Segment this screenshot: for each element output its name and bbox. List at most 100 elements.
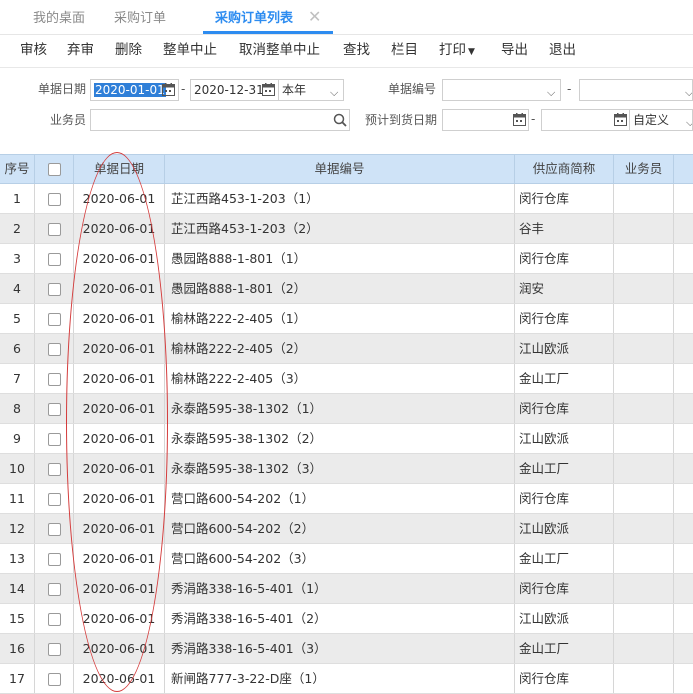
row-code[interactable]: 芷江西路453-1-203（1） xyxy=(165,184,515,213)
table-row[interactable]: 2 2020-06-01 芷江西路453-1-203（2） 谷丰 xyxy=(0,214,693,244)
table-row[interactable]: 10 2020-06-01 永泰路595-38-1302（3） 金山工厂 xyxy=(0,454,693,484)
row-code[interactable]: 营口路600-54-202（2） xyxy=(165,514,515,543)
table-row[interactable]: 12 2020-06-01 营口路600-54-202（2） 江山欧派 xyxy=(0,514,693,544)
table-row[interactable]: 17 2020-06-01 新闸路777-3-22-D座（1） 闵行仓库 xyxy=(0,664,693,694)
row-code[interactable]: 永泰路595-38-1302（3） xyxy=(165,454,515,483)
expected-range-select[interactable]: 自定义 ⌵ xyxy=(629,109,693,131)
row-select-cell[interactable] xyxy=(35,394,74,423)
tab-purchase-order[interactable]: 采购订单 xyxy=(114,0,166,34)
code-from-select[interactable]: ⌵ xyxy=(442,79,561,101)
row-code[interactable]: 永泰路595-38-1302（2） xyxy=(165,424,515,453)
tab-my-desktop[interactable]: 我的桌面 xyxy=(33,0,85,34)
row-checkbox[interactable] xyxy=(47,463,61,476)
row-code[interactable]: 芷江西路453-1-203（2） xyxy=(165,214,515,243)
row-code[interactable]: 秀涓路338-16-5-401（3） xyxy=(165,634,515,663)
cancel-stop-order-button[interactable]: 取消整单中止 xyxy=(239,35,320,67)
header-code[interactable]: 单据编号 xyxy=(165,155,515,183)
row-select-cell[interactable] xyxy=(35,574,74,603)
row-code[interactable]: 营口路600-54-202（3） xyxy=(165,544,515,573)
row-code[interactable]: 榆林路222-2-405（3） xyxy=(165,364,515,393)
row-code[interactable]: 秀涓路338-16-5-401（2） xyxy=(165,604,515,633)
select-all-checkbox[interactable] xyxy=(47,163,61,176)
table-row[interactable]: 7 2020-06-01 榆林路222-2-405（3） 金山工厂 xyxy=(0,364,693,394)
table-row[interactable]: 6 2020-06-01 榆林路222-2-405（2） 江山欧派 xyxy=(0,334,693,364)
row-checkbox[interactable] xyxy=(47,223,61,236)
table-row[interactable]: 13 2020-06-01 营口路600-54-202（3） 金山工厂 xyxy=(0,544,693,574)
table-row[interactable]: 9 2020-06-01 永泰路595-38-1302（2） 江山欧派 xyxy=(0,424,693,454)
row-checkbox[interactable] xyxy=(47,523,61,536)
table-row[interactable]: 14 2020-06-01 秀涓路338-16-5-401（1） 闵行仓库 xyxy=(0,574,693,604)
row-select-cell[interactable] xyxy=(35,304,74,333)
row-select-cell[interactable] xyxy=(35,604,74,633)
header-staff[interactable]: 业务员 xyxy=(614,155,674,183)
staff-field[interactable] xyxy=(90,109,350,131)
row-code[interactable]: 新闸路777-3-22-D座（1） xyxy=(165,664,515,693)
row-checkbox[interactable] xyxy=(47,193,61,206)
tab-purchase-order-list[interactable]: 采购订单列表 xyxy=(215,0,293,34)
row-checkbox[interactable] xyxy=(47,313,61,326)
calendar-icon[interactable] xyxy=(262,80,276,100)
table-row[interactable]: 15 2020-06-01 秀涓路338-16-5-401（2） 江山欧派 xyxy=(0,604,693,634)
table-row[interactable]: 5 2020-06-01 榆林路222-2-405（1） 闵行仓库 xyxy=(0,304,693,334)
date-from-field[interactable]: 2020-01-01 xyxy=(90,79,179,101)
row-select-cell[interactable] xyxy=(35,634,74,663)
close-icon[interactable]: ✕ xyxy=(308,8,321,26)
row-select-cell[interactable] xyxy=(35,274,74,303)
calendar-icon[interactable] xyxy=(513,110,527,130)
row-code[interactable]: 榆林路222-2-405（2） xyxy=(165,334,515,363)
row-select-cell[interactable] xyxy=(35,184,74,213)
row-checkbox[interactable] xyxy=(47,373,61,386)
row-checkbox[interactable] xyxy=(47,493,61,506)
row-checkbox[interactable] xyxy=(47,583,61,596)
header-select-all[interactable] xyxy=(35,155,74,183)
expected-date-from-field[interactable] xyxy=(442,109,529,131)
row-select-cell[interactable] xyxy=(35,514,74,543)
row-checkbox[interactable] xyxy=(47,253,61,266)
row-code[interactable]: 永泰路595-38-1302（1） xyxy=(165,394,515,423)
table-row[interactable]: 11 2020-06-01 营口路600-54-202（1） 闵行仓库 xyxy=(0,484,693,514)
abandon-audit-button[interactable]: 弃审 xyxy=(67,35,94,67)
table-row[interactable]: 8 2020-06-01 永泰路595-38-1302（1） 闵行仓库 xyxy=(0,394,693,424)
columns-button[interactable]: 栏目 xyxy=(391,35,418,67)
delete-button[interactable]: 删除 xyxy=(115,35,142,67)
header-date[interactable]: 单据日期 xyxy=(74,155,165,183)
row-checkbox[interactable] xyxy=(47,433,61,446)
search-icon[interactable] xyxy=(333,113,347,130)
table-row[interactable]: 4 2020-06-01 愚园路888-1-801（2） 润安 xyxy=(0,274,693,304)
calendar-icon[interactable] xyxy=(162,80,176,100)
row-checkbox[interactable] xyxy=(47,403,61,416)
row-select-cell[interactable] xyxy=(35,364,74,393)
code-to-select[interactable]: ⌵ xyxy=(579,79,693,101)
row-code[interactable]: 愚园路888-1-801（1） xyxy=(165,244,515,273)
print-button[interactable]: 打印 ▼ xyxy=(439,35,475,67)
row-checkbox[interactable] xyxy=(47,343,61,356)
row-code[interactable]: 榆林路222-2-405（1） xyxy=(165,304,515,333)
audit-button[interactable]: 审核 xyxy=(20,35,47,67)
table-row[interactable]: 16 2020-06-01 秀涓路338-16-5-401（3） 金山工厂 xyxy=(0,634,693,664)
row-checkbox[interactable] xyxy=(47,283,61,296)
row-code[interactable]: 营口路600-54-202（1） xyxy=(165,484,515,513)
row-code[interactable]: 秀涓路338-16-5-401（1） xyxy=(165,574,515,603)
row-checkbox[interactable] xyxy=(47,643,61,656)
stop-order-button[interactable]: 整单中止 xyxy=(163,35,217,67)
table-row[interactable]: 3 2020-06-01 愚园路888-1-801（1） 闵行仓库 xyxy=(0,244,693,274)
table-row[interactable]: 1 2020-06-01 芷江西路453-1-203（1） 闵行仓库 xyxy=(0,184,693,214)
row-select-cell[interactable] xyxy=(35,244,74,273)
row-code[interactable]: 愚园路888-1-801（2） xyxy=(165,274,515,303)
row-select-cell[interactable] xyxy=(35,544,74,573)
row-checkbox[interactable] xyxy=(47,613,61,626)
calendar-icon[interactable] xyxy=(614,110,628,130)
search-button[interactable]: 查找 xyxy=(343,35,370,67)
date-to-field[interactable]: 2020-12-31 xyxy=(190,79,279,101)
row-select-cell[interactable] xyxy=(35,484,74,513)
row-select-cell[interactable] xyxy=(35,214,74,243)
row-select-cell[interactable] xyxy=(35,424,74,453)
expected-date-to-field[interactable] xyxy=(541,109,630,131)
row-checkbox[interactable] xyxy=(47,553,61,566)
header-supplier[interactable]: 供应商简称 xyxy=(515,155,614,183)
exit-button[interactable]: 退出 xyxy=(549,35,576,67)
row-select-cell[interactable] xyxy=(35,334,74,363)
row-select-cell[interactable] xyxy=(35,664,74,693)
row-select-cell[interactable] xyxy=(35,454,74,483)
export-button[interactable]: 导出 xyxy=(501,35,528,67)
